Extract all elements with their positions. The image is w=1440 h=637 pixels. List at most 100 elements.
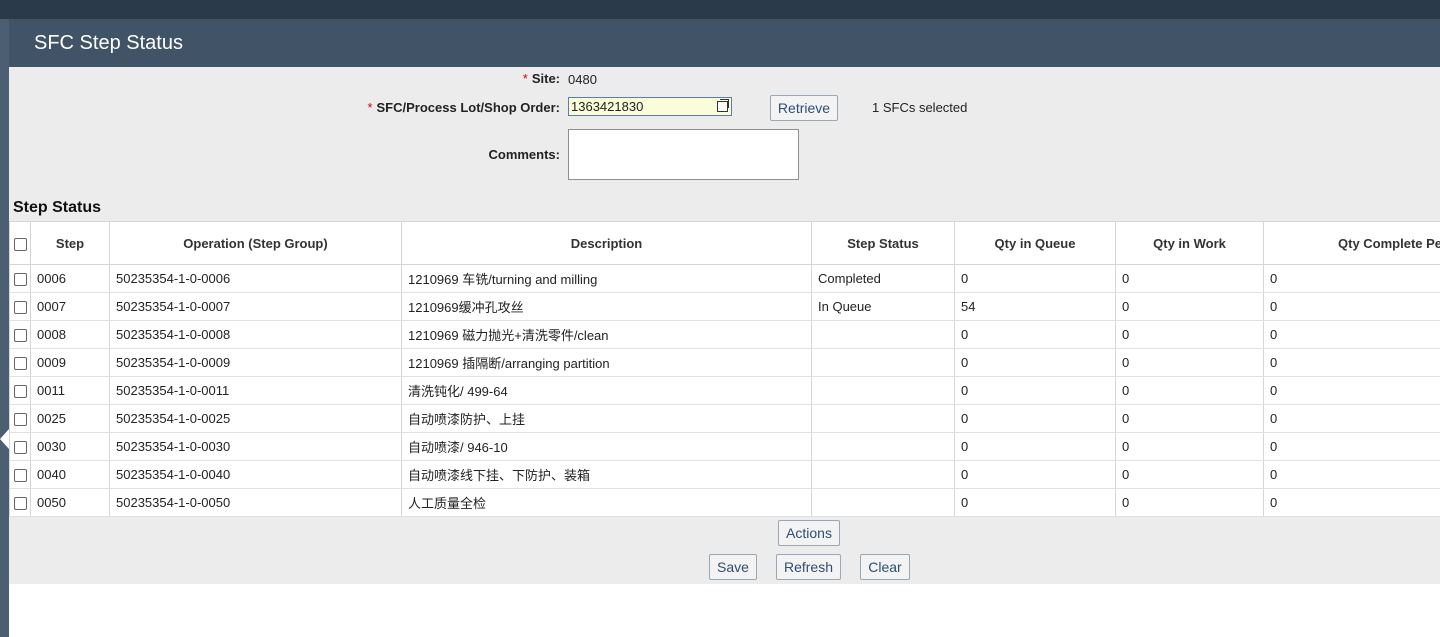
column-header[interactable]: Step bbox=[30, 221, 110, 265]
qty-work-cell: 0 bbox=[1115, 488, 1264, 517]
row-checkbox[interactable] bbox=[13, 329, 27, 343]
description-cell: 1210969缓冲孔攻丝 bbox=[401, 292, 812, 321]
step-cell: 0050 bbox=[30, 488, 110, 517]
table-row[interactable]: 0006 50235354-1-0-0006 1210969 车铣/turning … bbox=[9, 264, 1440, 293]
table-row[interactable]: 0040 50235354-1-0-0040 自动喷漆线下挂、下防护、装箱 0 0 0 bbox=[9, 460, 1440, 489]
qty-complete-cell: 0 bbox=[1263, 432, 1440, 461]
qty-queue-cell: 0 bbox=[954, 488, 1116, 517]
status-cell bbox=[811, 404, 955, 433]
select-all-checkbox[interactable] bbox=[13, 237, 27, 251]
row-checkbox[interactable] bbox=[13, 469, 27, 483]
comments-label: Comments: bbox=[488, 147, 560, 162]
row-checkbox[interactable] bbox=[13, 357, 27, 371]
select-all-checkbox-cell[interactable] bbox=[9, 221, 31, 265]
column-header[interactable]: Operation (Step Group) bbox=[109, 221, 402, 265]
step-cell: 0008 bbox=[30, 320, 110, 349]
column-header[interactable]: Qty Complete Pe bbox=[1263, 221, 1440, 265]
step-cell: 0011 bbox=[30, 376, 110, 405]
step-cell: 0006 bbox=[30, 264, 110, 293]
table-row[interactable]: 0030 50235354-1-0-0030 自动喷漆/ 946-10 0 0 0 bbox=[9, 432, 1440, 461]
qty-work-cell: 0 bbox=[1115, 460, 1264, 489]
save-button[interactable]: Save bbox=[709, 554, 757, 580]
description-cell: 1210969 车铣/turning and milling bbox=[401, 264, 812, 293]
actions-button[interactable]: Actions bbox=[778, 520, 840, 546]
required-marker: * bbox=[367, 100, 373, 115]
step-cell: 0030 bbox=[30, 432, 110, 461]
description-cell: 自动喷漆线下挂、下防护、装箱 bbox=[401, 460, 812, 489]
column-header[interactable]: Qty in Work bbox=[1115, 221, 1264, 265]
comments-field[interactable] bbox=[568, 129, 799, 180]
operation-cell: 50235354-1-0-0006 bbox=[109, 264, 402, 293]
side-rail[interactable] bbox=[0, 19, 9, 637]
refresh-button[interactable]: Refresh bbox=[776, 554, 841, 580]
column-header[interactable]: Qty in Queue bbox=[954, 221, 1116, 265]
status-cell bbox=[811, 432, 955, 461]
qty-queue-cell: 0 bbox=[954, 376, 1116, 405]
qty-complete-cell: 0 bbox=[1263, 404, 1440, 433]
description-cell: 自动喷漆/ 946-10 bbox=[401, 432, 812, 461]
status-cell bbox=[811, 460, 955, 489]
operation-cell: 50235354-1-0-0011 bbox=[109, 376, 402, 405]
column-header[interactable]: Description bbox=[401, 221, 812, 265]
table-row[interactable]: 0050 50235354-1-0-0050 人工质量全检 0 0 0 bbox=[9, 488, 1440, 517]
row-checkbox[interactable] bbox=[13, 301, 27, 315]
qty-work-cell: 0 bbox=[1115, 292, 1264, 321]
description-cell: 自动喷漆防护、上挂 bbox=[401, 404, 812, 433]
column-header[interactable]: Step Status bbox=[811, 221, 955, 265]
selected-count: 1 SFCs selected bbox=[872, 100, 968, 115]
table-row[interactable]: 0025 50235354-1-0-0025 自动喷漆防护、上挂 0 0 0 bbox=[9, 404, 1440, 433]
sfc-input[interactable]: 1363421830 bbox=[568, 97, 732, 116]
step-cell: 0009 bbox=[30, 348, 110, 377]
row-checkbox[interactable] bbox=[13, 441, 27, 455]
description-cell: 人工质量全检 bbox=[401, 488, 812, 517]
table-row[interactable]: 0011 50235354-1-0-0011 清洗钝化/ 499-64 0 0 0 bbox=[9, 376, 1440, 405]
operation-cell: 50235354-1-0-0007 bbox=[109, 292, 402, 321]
retrieve-button[interactable]: Retrieve bbox=[770, 95, 838, 121]
status-cell: Completed bbox=[811, 264, 955, 293]
status-cell bbox=[811, 376, 955, 405]
qty-work-cell: 0 bbox=[1115, 376, 1264, 405]
step-cell: 0040 bbox=[30, 460, 110, 489]
qty-complete-cell: 0 bbox=[1263, 292, 1440, 321]
row-checkbox[interactable] bbox=[13, 497, 27, 511]
top-bar bbox=[0, 0, 1440, 19]
qty-queue-cell: 0 bbox=[954, 320, 1116, 349]
qty-complete-cell: 0 bbox=[1263, 348, 1440, 377]
qty-queue-cell: 0 bbox=[954, 404, 1116, 433]
operation-cell: 50235354-1-0-0009 bbox=[109, 348, 402, 377]
qty-work-cell: 0 bbox=[1115, 432, 1264, 461]
row-checkbox[interactable] bbox=[13, 273, 27, 287]
table-row[interactable]: 0008 50235354-1-0-0008 1210969 磁力抛光+清洗零件/c… bbox=[9, 320, 1440, 349]
qty-work-cell: 0 bbox=[1115, 264, 1264, 293]
row-checkbox[interactable] bbox=[13, 413, 27, 427]
qty-work-cell: 0 bbox=[1115, 348, 1264, 377]
step-status-title: Step Status bbox=[13, 199, 102, 216]
qty-work-cell: 0 bbox=[1115, 404, 1264, 433]
operation-cell: 50235354-1-0-0040 bbox=[109, 460, 402, 489]
main-panel: * Site: 0480 * SFC/Process Lot/Shop Order:… bbox=[9, 67, 1440, 584]
browse-icon[interactable] bbox=[717, 99, 729, 112]
collapse-arrow-icon[interactable] bbox=[0, 429, 9, 449]
qty-queue-cell: 0 bbox=[954, 432, 1116, 461]
qty-work-cell: 0 bbox=[1115, 320, 1264, 349]
page-title: SFC Step Status bbox=[34, 32, 183, 54]
status-cell bbox=[811, 320, 955, 349]
table-row[interactable]: 0007 50235354-1-0-0007 1210969缓冲孔攻丝 In Queu… bbox=[9, 292, 1440, 321]
table-row[interactable]: 0009 50235354-1-0-0009 1210969 插隔断/arrangi… bbox=[9, 348, 1440, 377]
row-checkbox[interactable] bbox=[13, 385, 27, 399]
step-status-table: Step Operation (Step Group) Description … bbox=[9, 221, 1440, 517]
qty-complete-cell: 0 bbox=[1263, 460, 1440, 489]
status-cell: In Queue bbox=[811, 292, 955, 321]
required-marker: * bbox=[522, 71, 528, 86]
qty-queue-cell: 54 bbox=[954, 292, 1116, 321]
site-label: * Site: bbox=[522, 71, 560, 86]
qty-complete-cell: 0 bbox=[1263, 376, 1440, 405]
qty-queue-cell: 0 bbox=[954, 348, 1116, 377]
operation-cell: 50235354-1-0-0030 bbox=[109, 432, 402, 461]
qty-complete-cell: 0 bbox=[1263, 264, 1440, 293]
table-header: Step Operation (Step Group) Description … bbox=[9, 221, 1440, 265]
qty-queue-cell: 0 bbox=[954, 460, 1116, 489]
clear-button[interactable]: Clear bbox=[860, 554, 910, 580]
title-bar: SFC Step Status bbox=[9, 19, 1440, 67]
description-cell: 清洗钝化/ 499-64 bbox=[401, 376, 812, 405]
